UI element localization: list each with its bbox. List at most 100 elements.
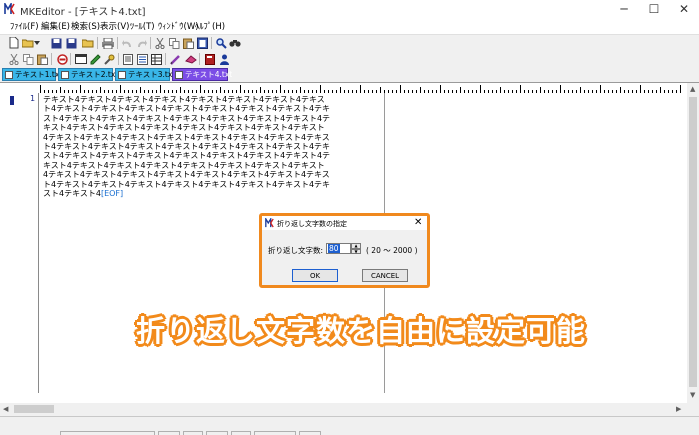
undo-button[interactable]	[120, 36, 134, 50]
spin-down-icon: ▼	[354, 248, 358, 254]
wrap-count-input[interactable]: 80	[326, 243, 351, 254]
tab-label: テキスト3.txt	[128, 70, 176, 79]
redo-icon	[137, 39, 147, 47]
mkeditor-window: MKEditor - [テキスト4.txt] ─ ☐ ✕ ﾌｧｲﾙ(F) 編集(…	[0, 0, 699, 435]
pen-button[interactable]	[88, 52, 102, 66]
menu-edit[interactable]: 編集(E)	[41, 20, 70, 32]
editor-line: テキスト4テキスト4テキスト4テキスト4テキスト4テキスト4テキスト4テキス	[43, 95, 325, 104]
user-button[interactable]	[217, 52, 231, 66]
wrap-count-value: 80	[328, 244, 340, 253]
bookmark-button[interactable]	[184, 52, 198, 66]
editor-line: ト4テキスト4テキスト4テキスト4テキスト4テキスト4テキスト4テキスト4テキ	[43, 141, 331, 151]
script-button[interactable]	[168, 52, 182, 66]
clipboard-button[interactable]	[195, 36, 209, 50]
wrap-count-label: 折り返し文字数:	[268, 246, 324, 255]
find-next-button[interactable]	[228, 36, 242, 50]
editor-line: スト4テキスト4テキスト4テキスト4テキスト4テキスト4テキスト4テキスト4テ	[43, 151, 331, 161]
redo-button[interactable]	[134, 36, 148, 50]
save-all-button[interactable]	[64, 36, 78, 50]
editor-line: キスト4テキスト4テキスト4テキスト4テキスト4テキスト4テキスト4テキスト	[43, 160, 325, 170]
person-icon	[219, 54, 229, 65]
new-file-button[interactable]	[7, 36, 21, 50]
scroll-right-icon[interactable]: ▶	[676, 405, 681, 413]
vertical-scrollbar[interactable]: ▲ ▼	[687, 83, 699, 403]
mkeditor-logo-icon	[265, 218, 274, 228]
document-icon	[118, 71, 126, 79]
window-title: MKEditor - [テキスト4.txt]	[20, 7, 146, 18]
list-button[interactable]	[135, 52, 149, 66]
maximize-button[interactable]: ☐	[639, 0, 669, 18]
scroll-down-icon[interactable]: ▼	[690, 391, 695, 399]
tab-text4[interactable]: テキスト4.txt	[172, 68, 232, 81]
find-button[interactable]	[214, 36, 228, 50]
maximize-icon: ☐	[648, 2, 660, 16]
scroll-left-icon[interactable]: ◀	[3, 405, 8, 413]
list-icon	[136, 53, 148, 65]
tab-text1[interactable]: テキスト1.txt	[2, 68, 62, 81]
dialog-close-icon[interactable]: ✕	[414, 217, 422, 228]
stop-button[interactable]	[55, 52, 69, 66]
tab-bar: テキスト1.txt テキスト2.txt テキスト3.txt テキスト4.txt	[0, 67, 699, 83]
print-button[interactable]	[101, 36, 115, 50]
status-cell	[231, 431, 251, 435]
horizontal-scrollbar[interactable]: ◀ ▶	[0, 403, 687, 415]
wrench-icon	[103, 54, 114, 65]
tab-label: テキスト2.txt	[71, 70, 119, 79]
scissors-icon	[9, 53, 19, 65]
editor-text[interactable]: テキスト4テキスト4テキスト4テキスト4テキスト4テキスト4テキスト4テキス ト4…	[43, 95, 388, 198]
menu-tools[interactable]: ﾂｰﾙ(T)	[130, 20, 155, 32]
feature-caption: 折り返し文字数を自由に設定可能	[136, 314, 587, 348]
folder-icon	[82, 39, 94, 48]
menu-search[interactable]: 検索(S)	[71, 20, 100, 32]
tab-label: テキスト4.txt	[185, 70, 233, 79]
editor-line: キスト4テキスト4テキスト4テキスト4テキスト4テキスト4テキスト4テキスト	[43, 123, 325, 133]
toolbar-separator	[118, 53, 119, 65]
minimize-button[interactable]: ─	[609, 0, 639, 18]
horizontal-scroll-thumb[interactable]	[14, 405, 54, 413]
ok-button[interactable]: OK	[292, 269, 338, 282]
vertical-scroll-thumb[interactable]	[689, 97, 697, 387]
grid-button[interactable]	[149, 52, 163, 66]
status-bar	[0, 416, 699, 435]
editor-line: 4テキスト4テキスト4テキスト4テキスト4テキスト4テキスト4テキスト4テキス	[43, 170, 330, 180]
menu-window[interactable]: ｳｨﾝﾄﾞｳ(W)	[158, 20, 199, 32]
status-cell	[158, 431, 180, 435]
editor-line: スト4テキスト4テキスト4テキスト4テキスト4テキスト4テキスト4テキスト4テ	[43, 113, 331, 123]
undo-icon	[121, 39, 131, 47]
menu-view[interactable]: 表示(V)	[100, 20, 129, 32]
toolbar-separator	[51, 53, 52, 65]
tool-button[interactable]	[102, 52, 116, 66]
document-icon	[175, 71, 183, 79]
tab-text3[interactable]: テキスト3.txt	[115, 68, 175, 81]
paste-button-2[interactable]	[35, 52, 49, 66]
paste-button[interactable]	[181, 36, 195, 50]
menu-help[interactable]: ﾍﾙﾌﾟ(H)	[195, 20, 225, 32]
copy-button-2[interactable]	[21, 52, 35, 66]
macro-button[interactable]	[203, 52, 217, 66]
menu-bar: ﾌｧｲﾙ(F) 編集(E) 検索(S) 表示(V) ﾂｰﾙ(T) ｳｨﾝﾄﾞｳ(…	[0, 18, 699, 35]
toolbar-separator	[199, 53, 200, 65]
copy-icon	[168, 37, 179, 49]
document-button[interactable]	[121, 52, 135, 66]
menu-file[interactable]: ﾌｧｲﾙ(F)	[10, 20, 39, 32]
cancel-button[interactable]: CANCEL	[362, 269, 408, 282]
scroll-up-icon[interactable]: ▲	[690, 85, 695, 93]
spin-down-button[interactable]: ▼	[351, 248, 361, 254]
document-icon	[123, 53, 133, 65]
tab-text2[interactable]: テキスト2.txt	[58, 68, 118, 81]
dialog-title: 折り返し文字数の指定	[277, 220, 347, 228]
window-button[interactable]	[74, 52, 88, 66]
editor-line-text: スト4テキスト4	[43, 188, 101, 198]
cut-button-2[interactable]	[7, 52, 21, 66]
toolbar-separator	[97, 37, 98, 49]
table-icon	[150, 53, 162, 65]
line-marker	[10, 96, 14, 105]
open-folder-button[interactable]	[81, 36, 95, 50]
save-button[interactable]	[49, 36, 63, 50]
cut-button[interactable]	[153, 36, 167, 50]
column-ruler	[40, 85, 681, 93]
open-recent-dropdown[interactable]	[33, 36, 41, 50]
close-button[interactable]: ✕	[669, 0, 699, 18]
status-cell	[183, 431, 203, 435]
copy-button[interactable]	[167, 36, 181, 50]
